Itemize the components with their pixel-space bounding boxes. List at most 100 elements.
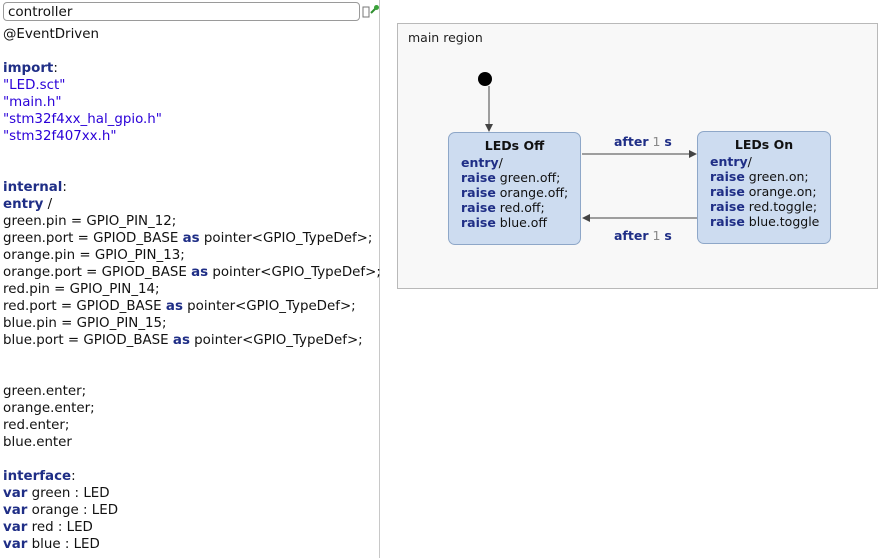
transition-label-on-to-off[interactable]: after 1 s xyxy=(614,228,672,243)
state-behavior: entry/raise green.off; raise orange.off; r… xyxy=(449,155,580,230)
keyword-token: raise xyxy=(710,184,745,199)
keyword-token: entry xyxy=(461,155,499,170)
state-action-line: raise blue.off xyxy=(461,215,580,230)
state-name: LEDs Off xyxy=(484,138,545,153)
text-token: green : LED xyxy=(27,486,110,501)
code-line: @EventDriven xyxy=(3,26,379,43)
code-line: entry / xyxy=(3,196,379,213)
text-token: orange.off; xyxy=(495,185,569,200)
string-token: "stm32f407xx.h" xyxy=(3,129,117,144)
state-name: LEDs On xyxy=(734,137,794,152)
pin-icon[interactable] xyxy=(362,3,380,19)
keyword-token: raise xyxy=(710,199,745,214)
statechart-name-field[interactable] xyxy=(3,2,360,21)
state-leds-off[interactable]: LEDs Off entry/raise green.off; raise ora… xyxy=(448,132,581,245)
code-line: "LED.sct" xyxy=(3,77,379,94)
statechart-diagram[interactable]: main region LEDs Off entry/raise green.o… xyxy=(397,23,878,289)
text-token: orange : LED xyxy=(27,503,119,518)
text-token: : xyxy=(71,469,76,484)
text-token: @EventDriven xyxy=(3,27,99,42)
transition-keyword: after xyxy=(614,134,649,149)
text-token: / xyxy=(498,155,503,170)
text-token: blue.toggle xyxy=(744,214,820,229)
code-line: var blue : LED xyxy=(3,536,379,553)
text-token: blue.pin = GPIO_PIN_15; xyxy=(3,316,167,331)
keyword-token: as xyxy=(182,231,200,246)
text-token: orange.pin = GPIO_PIN_13; xyxy=(3,248,185,263)
state-action-line: raise orange.off; xyxy=(461,185,580,200)
keyword-token: raise xyxy=(710,169,745,184)
text-token: orange.enter; xyxy=(3,401,95,416)
text-token: / xyxy=(747,154,752,169)
text-token: : xyxy=(62,180,67,195)
text-token: blue : LED xyxy=(27,537,100,552)
state-action-line: raise red.toggle; xyxy=(710,199,830,214)
editor-pane: @EventDriven import:"LED.sct""main.h""st… xyxy=(0,0,381,558)
text-token: : xyxy=(53,61,58,76)
code-line: green.pin = GPIO_PIN_12; xyxy=(3,213,379,230)
keyword-token: var xyxy=(3,520,28,535)
keyword-token: entry xyxy=(710,154,748,169)
transition-keyword: after xyxy=(614,228,649,243)
transition-unit: s xyxy=(664,134,672,149)
text-token: red.off; xyxy=(495,200,545,215)
text-token: red : LED xyxy=(27,520,93,535)
definition-section-text[interactable]: @EventDriven import: "LED.sct" "main.h" "st… xyxy=(3,26,381,553)
text-token: orange.on; xyxy=(744,184,817,199)
code-line: "stm32f4xx_hal_gpio.h" xyxy=(3,111,379,128)
text-token: green.off; xyxy=(495,170,561,185)
keyword-token: raise xyxy=(461,200,496,215)
code-line: blue.enter xyxy=(3,434,379,451)
state-action-line: entry/ xyxy=(461,155,580,170)
keyword-token: interface xyxy=(3,469,72,484)
text-token: / xyxy=(43,197,53,212)
code-line: green.enter; xyxy=(3,383,379,400)
code-line: orange.pin = GPIO_PIN_13; xyxy=(3,247,379,264)
keyword-token: as xyxy=(165,299,183,314)
code-line: interface: xyxy=(3,468,379,485)
state-action-line: raise green.off; xyxy=(461,170,580,185)
text-token: blue.off xyxy=(495,215,548,230)
text-token: green.pin = GPIO_PIN_12; xyxy=(3,214,177,229)
keyword-token: raise xyxy=(461,185,496,200)
state-leds-on[interactable]: LEDs On entry/raise green.on; raise orang… xyxy=(697,131,831,244)
transition-label-off-to-on[interactable]: after 1 s xyxy=(614,134,672,149)
text-token: green.on; xyxy=(744,169,809,184)
code-line: red.pin = GPIO_PIN_14; xyxy=(3,281,379,298)
code-line: blue.pin = GPIO_PIN_15; xyxy=(3,315,379,332)
code-line: green.port = GPIOD_BASE as pointer<GPIO_… xyxy=(3,230,379,247)
code-line: "stm32f407xx.h" xyxy=(3,128,379,145)
keyword-token: as xyxy=(191,265,209,280)
code-line: "main.h" xyxy=(3,94,379,111)
keyword-token: raise xyxy=(461,170,496,185)
text-token: pointer<GPIO_TypeDef>; xyxy=(199,231,373,246)
text-token: blue.port = GPIOD_BASE xyxy=(3,333,173,348)
state-action-line: entry/ xyxy=(710,154,830,169)
text-token: red.enter; xyxy=(3,418,70,433)
text-token: pointer<GPIO_TypeDef>; xyxy=(189,333,363,348)
string-token: "LED.sct" xyxy=(3,78,66,93)
text-token: green.port = GPIOD_BASE xyxy=(3,231,183,246)
text-token: red.port = GPIOD_BASE xyxy=(3,299,166,314)
state-action-line: raise orange.on; xyxy=(710,184,830,199)
keyword-token: var xyxy=(3,486,28,501)
string-token: "main.h" xyxy=(3,95,62,110)
text-token: orange.port = GPIOD_BASE xyxy=(3,265,192,280)
state-action-line: raise green.on; xyxy=(710,169,830,184)
code-line: red.enter; xyxy=(3,417,379,434)
code-line: var orange : LED xyxy=(3,502,379,519)
keyword-token: var xyxy=(3,503,28,518)
initial-state[interactable] xyxy=(478,72,492,86)
code-line: orange.port = GPIOD_BASE as pointer<GPIO… xyxy=(3,264,381,281)
text-token: blue.enter xyxy=(3,435,72,450)
code-line: orange.enter; xyxy=(3,400,379,417)
keyword-token: raise xyxy=(710,214,745,229)
text-token: green.enter; xyxy=(3,384,87,399)
transition-value: 1 xyxy=(652,228,661,243)
keyword-token: var xyxy=(3,537,28,552)
